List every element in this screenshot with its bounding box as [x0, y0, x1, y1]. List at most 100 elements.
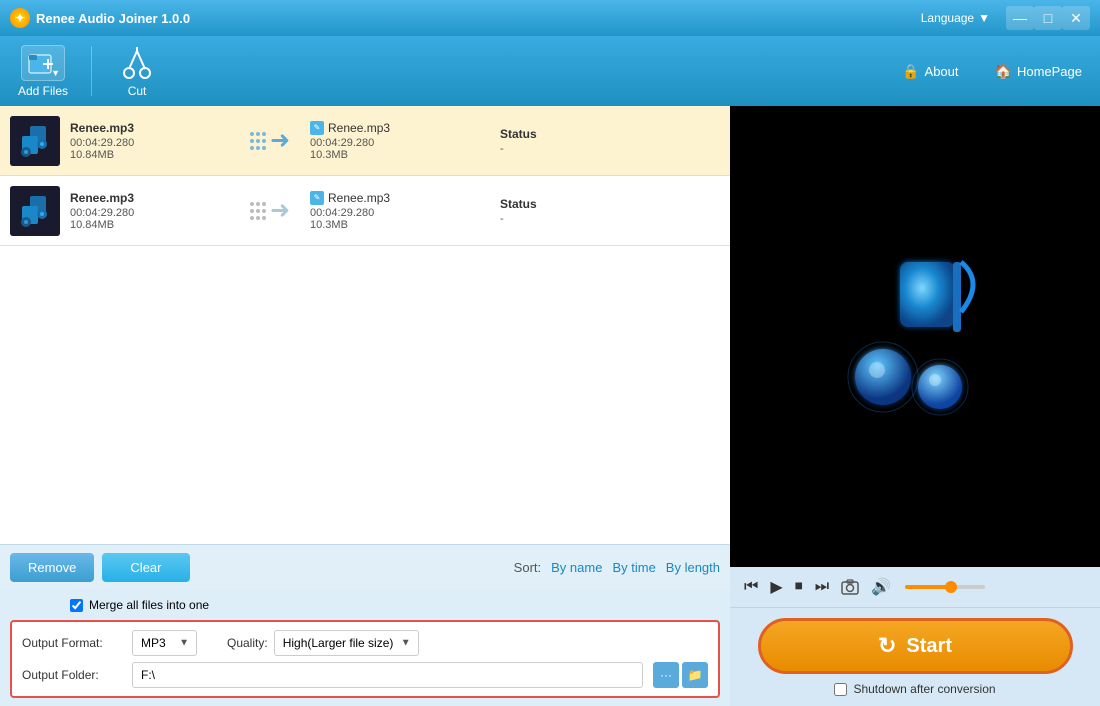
- sort-by-length-button[interactable]: By length: [666, 560, 720, 575]
- folder-input[interactable]: [132, 662, 643, 688]
- volume-slider[interactable]: [905, 585, 985, 589]
- table-row[interactable]: Renee.mp3 00:04:29.280 10.84MB ➜ ✎ Ren: [0, 176, 730, 246]
- shutdown-label[interactable]: Shutdown after conversion: [853, 682, 995, 696]
- output-info-1: ✎ Renee.mp3 00:04:29.280 10.3MB: [310, 121, 490, 161]
- app-title: Renee Audio Joiner 1.0.0: [36, 11, 921, 26]
- browse-folder-button[interactable]: ···: [653, 662, 679, 688]
- merge-checkbox-row: Merge all files into one: [70, 598, 720, 612]
- file-name-1: Renee.mp3: [70, 121, 230, 135]
- toolbar-nav: 🔒 About 🏠 HomePage: [894, 59, 1090, 84]
- volume-button[interactable]: 🔊: [869, 575, 893, 599]
- homepage-label: HomePage: [1017, 64, 1082, 79]
- start-label: Start: [906, 635, 952, 658]
- remove-button[interactable]: Remove: [10, 553, 94, 582]
- table-row[interactable]: Renee.mp3 00:04:29.280 10.84MB ➜ ✎ Ren: [0, 106, 730, 176]
- app-logo: ✦: [10, 8, 30, 28]
- settings-panel: Merge all files into one Output Format: …: [0, 590, 730, 706]
- quality-wrapper: Quality: High(Larger file size) Medium L…: [227, 630, 419, 656]
- close-button[interactable]: ✕: [1062, 6, 1090, 30]
- add-files-label: Add Files: [18, 84, 68, 98]
- quality-select[interactable]: High(Larger file size) Medium Low: [274, 630, 419, 656]
- maximize-button[interactable]: □: [1034, 6, 1062, 30]
- format-select[interactable]: MP3 WAV AAC FLAC OGG WMA: [132, 630, 197, 656]
- quality-select-wrapper: High(Larger file size) Medium Low: [274, 630, 419, 656]
- sort-area: Sort: By name By time By length: [514, 560, 720, 575]
- file-size-2: 10.84MB: [70, 219, 230, 231]
- edit-icon-1[interactable]: ✎: [310, 121, 324, 135]
- stop-button[interactable]: ⏹: [793, 576, 805, 598]
- edit-icon-2[interactable]: ✎: [310, 191, 324, 205]
- file-info-1: Renee.mp3 00:04:29.280 10.84MB: [70, 121, 230, 161]
- file-duration-2: 00:04:29.280: [70, 207, 230, 219]
- output-info-2: ✎ Renee.mp3 00:04:29.280 10.3MB: [310, 191, 490, 231]
- play-button[interactable]: ▶: [768, 575, 784, 599]
- output-duration-1: 00:04:29.280: [310, 137, 490, 149]
- titlebar: ✦ Renee Audio Joiner 1.0.0 Language ▼ — …: [0, 0, 1100, 36]
- homepage-icon: 🏠: [995, 63, 1012, 80]
- file-name-2: Renee.mp3: [70, 191, 230, 205]
- arrow-area-1: ➜: [230, 126, 310, 155]
- arrow-area-2: ➜: [230, 196, 310, 225]
- status-area-2: Status -: [490, 197, 720, 225]
- output-size-1: 10.3MB: [310, 149, 490, 161]
- shutdown-row: Shutdown after conversion: [834, 682, 995, 696]
- player-controls: ⏮ ▶ ⏹ ⏭ 🔊: [730, 567, 1100, 607]
- quality-label: Quality:: [227, 636, 268, 650]
- clear-button[interactable]: Clear: [102, 553, 189, 582]
- status-label-1: Status: [500, 127, 537, 141]
- about-label: About: [925, 64, 959, 79]
- minimize-button[interactable]: —: [1006, 6, 1034, 30]
- file-duration-1: 00:04:29.280: [70, 137, 230, 149]
- arrow-icon-1: ➜: [270, 126, 290, 155]
- toolbar-separator: [91, 46, 92, 96]
- right-panel: ⏮ ▶ ⏹ ⏭ 🔊 ↻ Start: [730, 106, 1100, 706]
- about-button[interactable]: 🔒 About: [894, 59, 966, 84]
- status-label-2: Status: [500, 197, 537, 211]
- main-area: Renee.mp3 00:04:29.280 10.84MB ➜ ✎ Ren: [0, 106, 1100, 706]
- toolbar: ▼ Add Files Cut 🔒 About 🏠 HomePage: [0, 36, 1100, 106]
- merge-label[interactable]: Merge all files into one: [89, 598, 209, 612]
- arrow-icon-2: ➜: [270, 196, 290, 225]
- format-select-wrapper: MP3 WAV AAC FLAC OGG WMA: [132, 630, 197, 656]
- sort-by-time-button[interactable]: By time: [612, 560, 655, 575]
- left-panel: Renee.mp3 00:04:29.280 10.84MB ➜ ✎ Ren: [0, 106, 730, 706]
- titlebar-right: Language ▼ — □ ✕: [921, 6, 1090, 30]
- start-button[interactable]: ↻ Start: [758, 618, 1073, 674]
- shutdown-checkbox[interactable]: [834, 683, 847, 696]
- cut-button[interactable]: Cut: [107, 41, 167, 102]
- skip-forward-button[interactable]: ⏭: [813, 576, 831, 598]
- language-selector[interactable]: Language ▼: [921, 11, 990, 25]
- language-label: Language: [921, 11, 974, 25]
- music-visual: [805, 232, 1025, 442]
- output-folder-label: Output Folder:: [22, 668, 122, 682]
- volume-thumb: [945, 581, 957, 593]
- about-icon: 🔒: [902, 63, 919, 80]
- format-row: Output Format: MP3 WAV AAC FLAC OGG WMA …: [22, 630, 708, 656]
- bottom-controls: Remove Clear Sort: By name By time By le…: [0, 544, 730, 590]
- screenshot-button[interactable]: [839, 577, 861, 597]
- open-folder-button[interactable]: 📁: [682, 662, 708, 688]
- cut-icon: [115, 45, 159, 81]
- folder-buttons: ··· 📁: [653, 662, 708, 688]
- merge-checkbox[interactable]: [70, 599, 83, 612]
- status-area-1: Status -: [490, 127, 720, 155]
- skip-back-button[interactable]: ⏮: [742, 576, 760, 598]
- add-files-button[interactable]: ▼ Add Files: [10, 41, 76, 102]
- sort-by-name-button[interactable]: By name: [551, 560, 602, 575]
- output-size-2: 10.3MB: [310, 219, 490, 231]
- start-refresh-icon: ↻: [878, 633, 896, 659]
- homepage-button[interactable]: 🏠 HomePage: [987, 59, 1090, 84]
- language-dropdown-icon: ▼: [978, 11, 990, 25]
- file-list: Renee.mp3 00:04:29.280 10.84MB ➜ ✎ Ren: [0, 106, 730, 544]
- cut-label: Cut: [128, 84, 147, 98]
- folder-row: Output Folder: ··· 📁: [22, 662, 708, 688]
- file-info-2: Renee.mp3 00:04:29.280 10.84MB: [70, 191, 230, 231]
- sort-label: Sort:: [514, 560, 541, 575]
- start-area: ↻ Start Shutdown after conversion: [730, 607, 1100, 706]
- file-thumbnail-1: [10, 116, 60, 166]
- output-settings: Output Format: MP3 WAV AAC FLAC OGG WMA …: [10, 620, 720, 698]
- arrow-dots-2: [250, 202, 266, 220]
- output-name-1: ✎ Renee.mp3: [310, 121, 490, 135]
- status-value-1: -: [500, 143, 504, 155]
- file-size-1: 10.84MB: [70, 149, 230, 161]
